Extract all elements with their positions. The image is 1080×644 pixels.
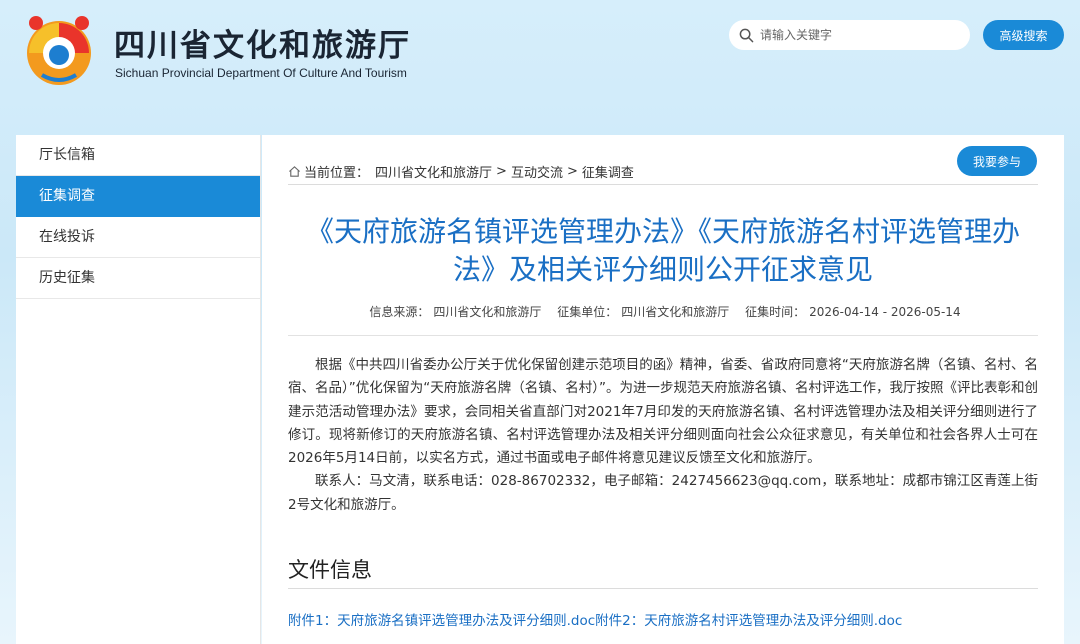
sidebar-item-mailbox[interactable]: 厅长信箱 <box>16 135 260 176</box>
breadcrumb-home[interactable]: 四川省文化和旅游厅 <box>375 162 492 181</box>
site-name-cn: 四川省文化和旅游厅 <box>114 28 411 64</box>
sidebar-item-history[interactable]: 历史征集 <box>16 258 260 299</box>
attachment-list: 附件1：天府旅游名镇评选管理办法及评分细则.doc附件2：天府旅游名村评选管理办… <box>288 609 902 629</box>
site-name-en: Sichuan Provincial Department Of Culture… <box>115 66 407 80</box>
file-section-title: 文件信息 <box>288 558 372 582</box>
join-button[interactable]: 我要参与 <box>957 146 1037 176</box>
breadcrumb: 当前位置： 四川省文化和旅游厅 > 互动交流 > 征集调查 <box>288 162 634 181</box>
site-header: 四川省文化和旅游厅 Sichuan Provincial Department … <box>0 0 1080 135</box>
contact-paragraph: 联系人：马文清，联系电话：028-86702332，电子邮箱：242745662… <box>288 473 1038 513</box>
article-title: 《天府旅游名镇评选管理办法》《天府旅游名村评选管理办法》及相关评分细则公开征求意… <box>305 215 1020 286</box>
source-value: 四川省文化和旅游厅 <box>433 305 542 319</box>
breadcrumb-prefix: 当前位置： <box>304 166 370 181</box>
home-icon <box>289 166 300 177</box>
breadcrumb-separator: > <box>566 164 578 179</box>
attachment-link-2[interactable]: 附件2：天府旅游名村评选管理办法及评分细则.doc <box>595 613 902 629</box>
time-value: 2026-04-14 - 2026-05-14 <box>809 305 961 319</box>
divider <box>288 184 1038 185</box>
article-paragraph: 根据《中共四川省委办公厅关于优化保留创建示范项目的函》精神，省委、省政府同意将“… <box>288 357 1038 467</box>
time-label: 征集时间： <box>745 305 806 319</box>
divider <box>288 588 1038 589</box>
advanced-search-button[interactable]: 高级搜索 <box>983 20 1064 50</box>
site-logo-icon[interactable] <box>22 13 96 87</box>
unit-value: 四川省文化和旅游厅 <box>621 305 730 319</box>
search-input[interactable] <box>760 28 960 42</box>
article-body: 根据《中共四川省委办公厅关于优化保留创建示范项目的函》精神，省委、省政府同意将“… <box>288 354 1038 517</box>
breadcrumb-separator: > <box>496 164 507 179</box>
unit-label: 征集单位： <box>557 305 618 319</box>
attachment-link-1[interactable]: 附件1：天府旅游名镇评选管理办法及评分细则.doc <box>288 613 595 629</box>
search-box[interactable] <box>729 20 970 50</box>
search-icon[interactable] <box>739 28 754 43</box>
breadcrumb-interaction[interactable]: 互动交流 <box>511 162 563 181</box>
source-label: 信息来源： <box>369 305 430 319</box>
sidebar: 厅长信箱 征集调查 在线投诉 历史征集 <box>16 135 261 644</box>
article-meta: 信息来源： 四川省文化和旅游厅 征集单位： 四川省文化和旅游厅 征集时间： 2026-… <box>288 303 1038 320</box>
breadcrumb-survey[interactable]: 征集调查 <box>582 162 634 181</box>
divider <box>288 335 1038 336</box>
sidebar-item-complaint[interactable]: 在线投诉 <box>16 217 260 258</box>
main-content: 当前位置： 四川省文化和旅游厅 > 互动交流 > 征集调查 我要参与 《天府旅游… <box>262 135 1064 644</box>
sidebar-item-survey[interactable]: 征集调查 <box>16 176 260 217</box>
